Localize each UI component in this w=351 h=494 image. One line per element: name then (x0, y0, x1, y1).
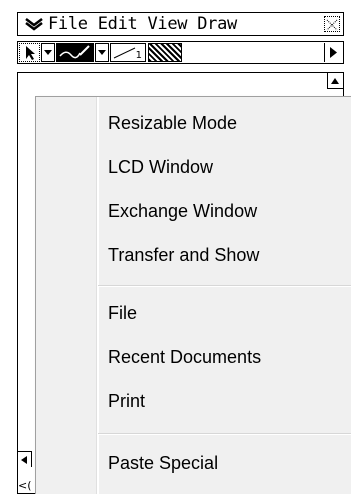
menu-dropdown-icon[interactable] (18, 13, 48, 35)
menu-item-file[interactable]: File (108, 303, 137, 324)
menu-file[interactable]: File (48, 14, 88, 34)
status-fragment: <( (18, 479, 32, 492)
menu-separator (98, 285, 351, 287)
menu-item-transfer-and-show[interactable]: Transfer and Show (108, 245, 259, 266)
menu-item-exchange-window[interactable]: Exchange Window (108, 201, 257, 222)
menu-draw[interactable]: Draw (197, 14, 237, 34)
pen-tool-dropdown[interactable] (95, 43, 109, 62)
menu-item-lcd-window[interactable]: LCD Window (108, 157, 213, 178)
scroll-up-button[interactable] (327, 73, 343, 89)
menu-separator (98, 433, 351, 435)
fill-pattern-button[interactable] (148, 43, 182, 62)
menu-item-recent-documents[interactable]: Recent Documents (108, 347, 261, 368)
close-icon[interactable] (324, 16, 340, 32)
menu-view[interactable]: View (148, 14, 188, 34)
pen-tool-button[interactable] (56, 43, 94, 62)
line-tool-subscript: 1 (135, 50, 142, 61)
context-menu: Resizable Mode LCD Window Exchange Windo… (35, 96, 351, 494)
scroll-left-button[interactable] (18, 451, 32, 467)
menu-bar: File Edit View Draw (17, 12, 344, 36)
select-tool-button[interactable] (19, 43, 40, 62)
menu-item-paste-special[interactable]: Paste Special (108, 453, 218, 474)
toolbar: 1 (17, 41, 344, 64)
select-tool-dropdown[interactable] (41, 43, 55, 62)
menu-item-print[interactable]: Print (108, 391, 145, 412)
line-tool-button[interactable]: 1 (110, 43, 146, 62)
menu-edit[interactable]: Edit (98, 14, 138, 34)
toolbar-scroll-right-button[interactable] (324, 43, 342, 62)
menu-item-resizable-mode[interactable]: Resizable Mode (108, 113, 237, 134)
